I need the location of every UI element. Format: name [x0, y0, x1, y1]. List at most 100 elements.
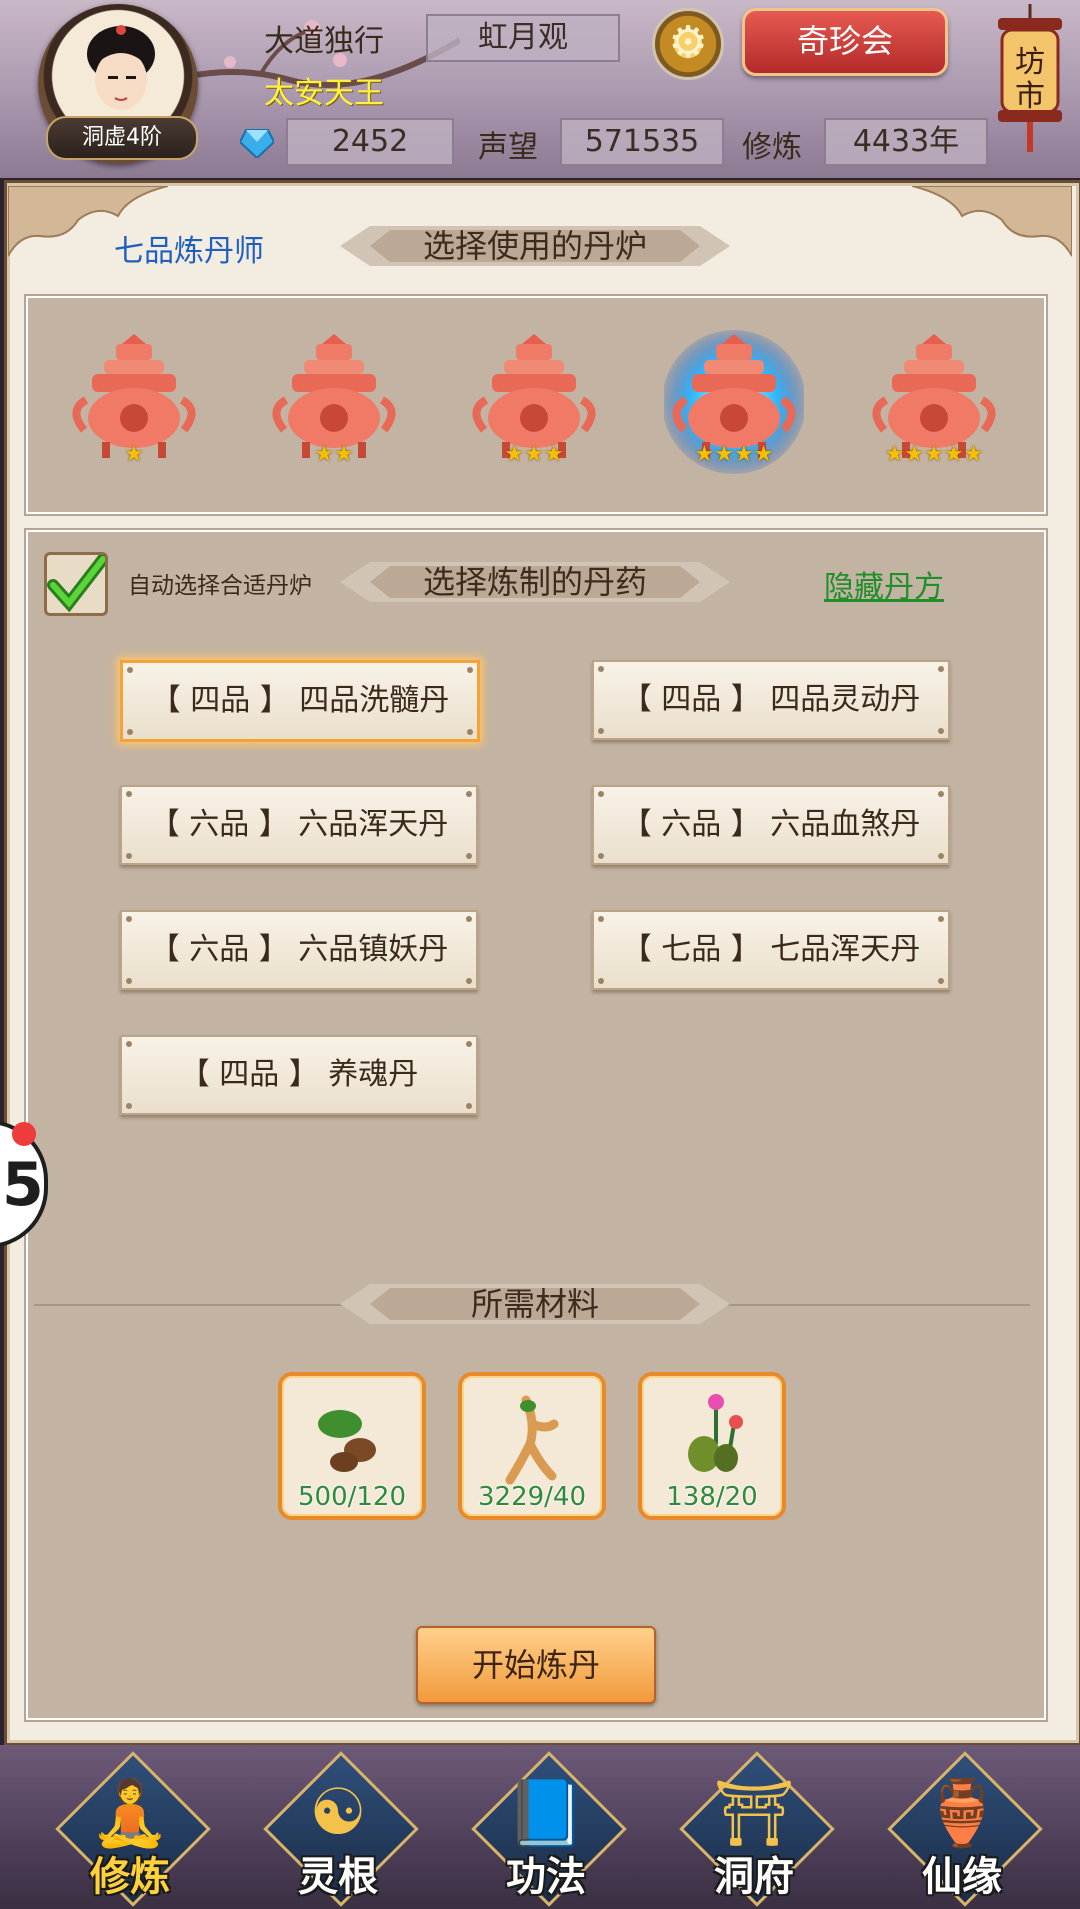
nav-book[interactable]: 📘 功法 [466, 1751, 627, 1907]
furnace-stars: ★★ [264, 442, 404, 467]
hide-recipes-link[interactable]: 隐藏丹方 [824, 562, 944, 606]
nav-monk[interactable]: 🧘 修炼 [50, 1751, 211, 1907]
rivet-decoration [126, 916, 132, 922]
settings-button[interactable]: ⚙ [652, 8, 724, 80]
star-icon: ★ [504, 442, 525, 467]
material-count: 3229/40 [477, 1482, 586, 1512]
recipe-label: 【 七品 】 七品浑天丹 [621, 932, 921, 967]
furnace-stars: ★★★★★ [864, 442, 1004, 467]
recipe-button[interactable]: 【 七品 】 七品浑天丹 [592, 910, 950, 990]
rivet-decoration [598, 666, 604, 672]
rivet-decoration [126, 1041, 132, 1047]
star-icon: ★ [963, 442, 984, 467]
material-slot[interactable]: 500/120 [278, 1372, 426, 1520]
star-icon: ★ [904, 442, 925, 467]
alchemist-rank: 七品炼丹师 [114, 234, 264, 269]
rivet-decoration [126, 853, 132, 859]
rivet-decoration [598, 791, 604, 797]
nav-gourd[interactable]: 🏺 仙缘 [882, 1751, 1043, 1907]
recipe-label: 【 四品 】 养魂丹 [179, 1057, 419, 1092]
nav-label: 洞府 [714, 1854, 794, 1900]
nav-label: 仙缘 [922, 1854, 1002, 1900]
nav-yin-yang-sword[interactable]: ☯ 灵根 [258, 1751, 419, 1907]
recipe-label: 【 六品 】 六品镇妖丹 [149, 932, 449, 967]
rivet-decoration [126, 791, 132, 797]
flower-plant-icon [688, 1394, 743, 1472]
rivet-decoration [598, 853, 604, 859]
star-icon: ★ [714, 442, 734, 467]
side-tab-label: 5 [2, 1150, 44, 1220]
furnace-heading-text: 选择使用的丹炉 [422, 227, 647, 265]
recipe-button[interactable]: 【 六品 】 六品血煞丹 [592, 785, 950, 865]
star-icon: ★ [694, 442, 715, 467]
recipe-button[interactable]: 【 四品 】 四品洗髓丹 [120, 660, 480, 742]
material-count: 500/120 [297, 1482, 406, 1512]
character-portrait-icon [87, 25, 155, 110]
rivet-decoration [466, 1041, 472, 1047]
rivet-decoration [938, 791, 944, 797]
star-icon: ★ [314, 442, 334, 467]
recipe-label: 【 四品 】 四品洗髓丹 [150, 683, 450, 718]
star-icon: ★ [924, 442, 944, 467]
rivet-decoration [466, 916, 472, 922]
star-icon: ★ [124, 442, 144, 467]
gem-count: 2452 [286, 118, 454, 166]
nav-label: 功法 [506, 1854, 586, 1900]
star-icon: ★ [524, 442, 544, 467]
rivet-decoration [938, 666, 944, 672]
yin-yang-sword-icon: ☯ [309, 1776, 367, 1850]
star-icon: ★ [543, 442, 564, 467]
market-sign-label: 坊市 [1015, 45, 1045, 114]
rivet-decoration [466, 853, 472, 859]
cultivation-label: 修炼 [742, 130, 802, 165]
materials-heading: 所需材料 [340, 1278, 730, 1330]
nav-label: 修炼 [90, 1854, 170, 1900]
ginseng-icon [505, 1395, 559, 1485]
gourd-icon: 🏺 [922, 1777, 1002, 1851]
rivet-decoration [938, 978, 944, 984]
furnace-slot-1[interactable]: ★ [64, 330, 204, 480]
reputation-value: 571535 [560, 118, 724, 166]
furnace-slot-5[interactable]: ★★★★★ [864, 330, 1004, 480]
recipe-button[interactable]: 【 四品 】 四品灵动丹 [592, 660, 950, 740]
furnace-slot-4[interactable]: ★★★★ [662, 330, 806, 480]
recipe-button[interactable]: 【 六品 】 六品镇妖丹 [120, 910, 478, 990]
rivet-decoration [466, 1103, 472, 1109]
nav-pavilion[interactable]: ⛩ 洞府 [674, 1751, 835, 1907]
materials-heading-text: 所需材料 [470, 1285, 599, 1323]
checkmark-icon [47, 553, 109, 613]
treasure-fair-button[interactable]: 奇珍会 [742, 8, 948, 76]
auto-select-checkbox[interactable] [44, 552, 109, 616]
star-icon: ★ [753, 442, 774, 467]
rivet-decoration [126, 1103, 132, 1109]
recipe-button[interactable]: 【 四品 】 养魂丹 [120, 1035, 478, 1115]
auto-select-label[interactable]: 自动选择合适丹炉 [128, 566, 312, 600]
spirit-stone-icon [240, 129, 274, 158]
location-field[interactable]: 虹月观 [426, 14, 620, 62]
material-slot[interactable]: 3229/40 [458, 1372, 606, 1520]
player-name: 大道独行 [264, 24, 384, 59]
rivet-decoration [126, 978, 132, 984]
material-count: 138/20 [666, 1482, 758, 1512]
top-bar: 洞虚4阶 大道独行 太安天王 虹月观 ⚙ 奇珍会 坊市 2452 声望 5715… [0, 0, 1080, 178]
reputation-label: 声望 [478, 130, 538, 165]
furnace-stars: ★ [64, 442, 204, 467]
rivet-decoration [466, 791, 472, 797]
furnace-slot-2[interactable]: ★★ [264, 330, 404, 480]
cultivation-years: 4433年 [824, 118, 988, 166]
monk-icon: 🧘 [90, 1777, 170, 1851]
material-slot[interactable]: 138/20 [638, 1372, 786, 1520]
start-alchemy-button[interactable]: 开始炼丹 [416, 1626, 656, 1704]
book-icon: 📘 [506, 1777, 586, 1851]
rivet-decoration [127, 667, 133, 673]
furnace-slot-3[interactable]: ★★★ [464, 330, 604, 480]
recipe-button[interactable]: 【 六品 】 六品浑天丹 [120, 785, 478, 865]
rivet-decoration [598, 916, 604, 922]
rivet-decoration [598, 728, 604, 734]
furnace-stars: ★★★ [464, 442, 604, 467]
rank-badge: 洞虚4阶 [46, 116, 198, 160]
herb-root-icon [318, 1410, 376, 1472]
pavilion-icon: ⛩ [713, 1777, 795, 1851]
nav-label: 灵根 [298, 1854, 378, 1900]
rivet-decoration [467, 667, 473, 673]
